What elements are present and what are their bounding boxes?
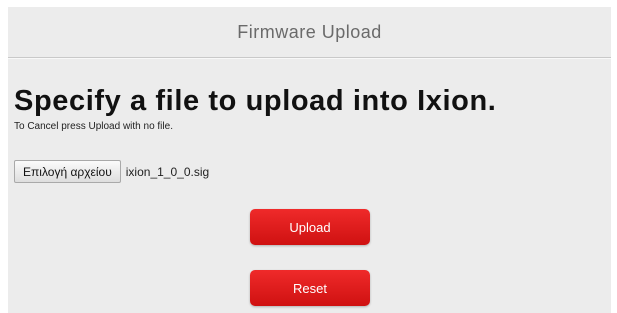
panel-header: Firmware Upload: [8, 7, 611, 58]
page-heading: Specify a file to upload into Ixion.: [14, 85, 497, 117]
choose-file-button[interactable]: Επιλογή αρχείου: [14, 160, 121, 183]
reset-button[interactable]: Reset: [250, 270, 370, 306]
panel-title: Firmware Upload: [237, 21, 382, 42]
cancel-instructions: To Cancel press Upload with no file.: [14, 121, 173, 132]
selected-file-name: ixion_1_0_0.sig: [125, 164, 210, 179]
firmware-upload-panel: Firmware Upload Specify a file to upload…: [8, 7, 611, 313]
upload-button[interactable]: Upload: [250, 209, 370, 245]
file-picker: Επιλογή αρχείου ixion_1_0_0.sig: [14, 160, 209, 183]
